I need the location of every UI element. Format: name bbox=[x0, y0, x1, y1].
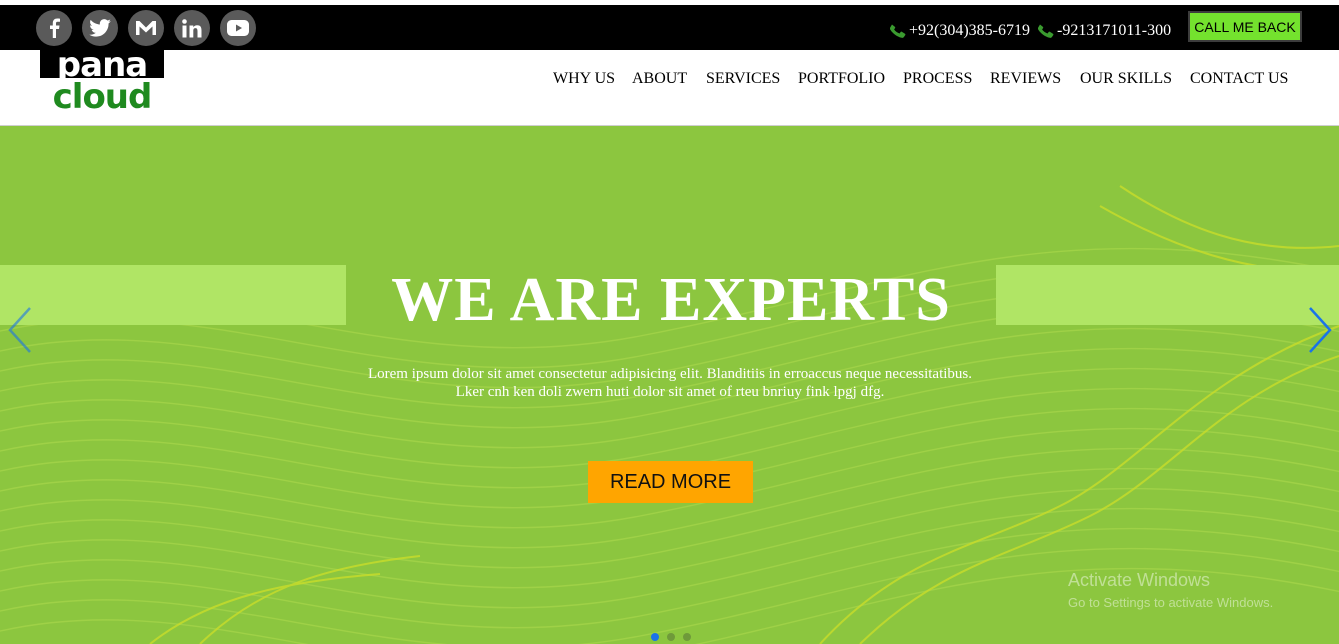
hero-description-line1: Lorem ipsum dolor sit amet consectetur a… bbox=[367, 366, 972, 382]
facebook-icon[interactable] bbox=[36, 10, 72, 46]
activate-windows-title: Activate Windows bbox=[1068, 570, 1211, 590]
hero-description-line2: Lker cnh ken doli zwern huti dolor sit a… bbox=[455, 384, 885, 400]
nav-process[interactable]: PROCESS bbox=[903, 70, 972, 88]
nav-reviews[interactable]: REVIEWS bbox=[990, 70, 1061, 88]
prev-slide-icon[interactable] bbox=[6, 306, 34, 354]
linkedin-icon[interactable] bbox=[174, 10, 210, 46]
top-bar: +92(304)385-6719 -9213171011-300 CALL ME… bbox=[0, 5, 1339, 50]
slide-dot-1[interactable] bbox=[651, 633, 659, 641]
youtube-icon[interactable] bbox=[220, 10, 256, 46]
title-band-left bbox=[0, 265, 346, 325]
phone-number-2[interactable]: -9213171011-300 bbox=[1038, 22, 1171, 40]
main-navbar: pana cloud WHY US ABOUT SERVICES PORTFOL… bbox=[0, 50, 1339, 126]
twitter-icon[interactable] bbox=[82, 10, 118, 46]
slide-dot-3[interactable] bbox=[683, 633, 691, 641]
phone-icon bbox=[1038, 24, 1054, 38]
phone-number-2-text: -9213171011-300 bbox=[1057, 22, 1172, 39]
logo[interactable]: pana cloud bbox=[40, 50, 164, 112]
next-slide-icon[interactable] bbox=[1306, 306, 1334, 354]
phone-number-1-text: +92(304)385-6719 bbox=[909, 22, 1031, 39]
activate-windows-subtitle: Go to Settings to activate Windows. bbox=[1068, 595, 1274, 610]
nav-our-skills[interactable]: OUR SKILLS bbox=[1080, 70, 1172, 88]
nav-about[interactable]: ABOUT bbox=[632, 70, 687, 88]
phone-number-1[interactable]: +92(304)385-6719 bbox=[890, 22, 1030, 40]
logo-line2: cloud bbox=[53, 77, 152, 112]
nav-portfolio[interactable]: PORTFOLIO bbox=[798, 70, 885, 88]
call-me-back-button[interactable]: CALL ME BACK bbox=[1188, 11, 1302, 42]
phone-icon bbox=[890, 24, 906, 38]
hero-description: Lorem ipsum dolor sit amet consectetur a… bbox=[300, 365, 1040, 401]
read-more-button[interactable]: READ MORE bbox=[588, 461, 753, 503]
gmail-icon[interactable] bbox=[128, 10, 164, 46]
hero-title: WE ARE EXPERTS bbox=[391, 266, 951, 334]
nav-why-us[interactable]: WHY US bbox=[553, 70, 615, 88]
slide-dot-2[interactable] bbox=[667, 633, 675, 641]
nav-services[interactable]: SERVICES bbox=[706, 70, 780, 88]
title-band-right bbox=[996, 265, 1339, 325]
nav-contact-us[interactable]: CONTACT US bbox=[1190, 70, 1288, 88]
hero-slider: WE ARE EXPERTS Lorem ipsum dolor sit ame… bbox=[0, 126, 1339, 644]
